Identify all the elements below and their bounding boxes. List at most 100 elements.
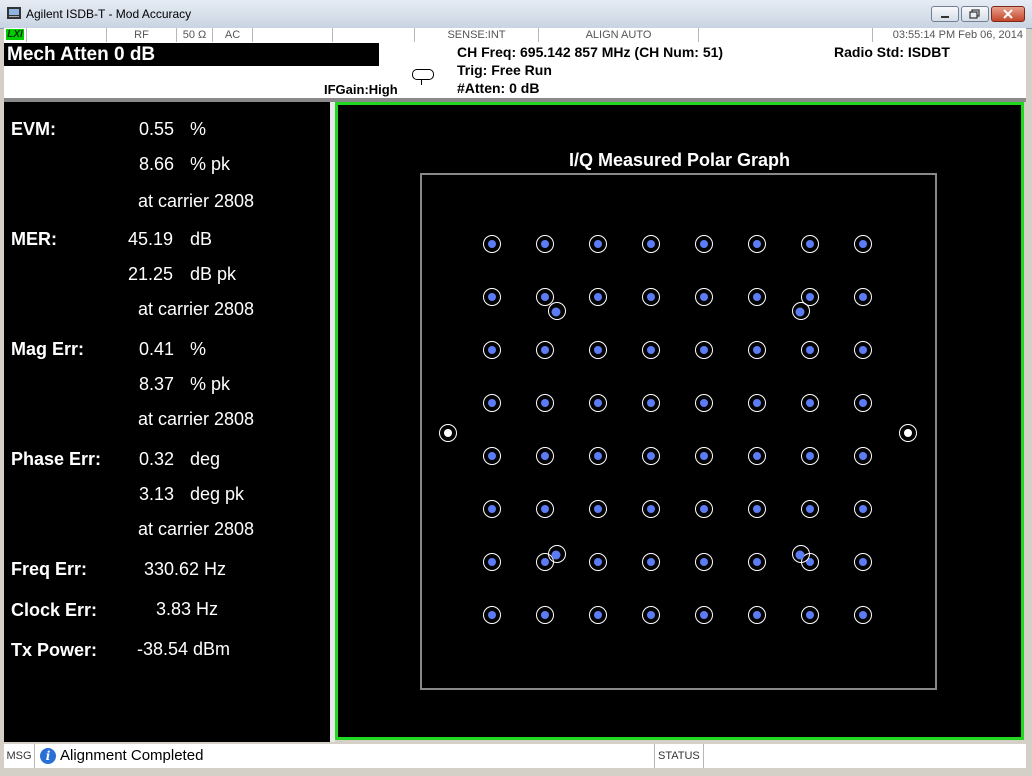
phase-err-pk-value: 3.13 [139,484,175,504]
freq-err-label: Freq Err: [11,559,88,579]
constellation-point [753,399,761,407]
constellation-point [753,346,761,354]
constellation-point [859,240,867,248]
constellation-point [488,558,496,566]
evm-rms-unit: % [190,119,207,139]
constellation-point [488,240,496,248]
constellation-point [753,611,761,619]
app-icon [7,7,21,19]
ac-carrier-point [551,307,561,317]
constellation-point [753,293,761,301]
constellation-point [700,452,708,460]
constellation-point [700,293,708,301]
mer-rms-unit: dB [190,229,213,249]
ac-carrier-point [795,307,805,317]
constellation-point [859,399,867,407]
tx-power-value: -38.54 dBm [137,639,231,659]
clock-err-value: 3.83 Hz [156,599,219,619]
constellation-point [859,611,867,619]
title-bar: Agilent ISDB-T - Mod Accuracy [0,0,1032,29]
phase-err-rms-value: 0.32 [139,449,175,469]
constellation-point [541,611,549,619]
info-icon: i [40,748,56,764]
minimize-icon [941,16,949,18]
close-button[interactable] [991,6,1025,22]
constellation-point [647,240,655,248]
constellation-point [700,558,708,566]
constellation-point [700,611,708,619]
msg-label[interactable]: MSG [4,744,35,768]
constellation-point [700,240,708,248]
mag-err-label: Mag Err: [11,339,85,359]
constellation-point [700,399,708,407]
constellation [439,235,917,624]
constellation-point [541,452,549,460]
constellation-point [594,240,602,248]
iq-polar-graph-panel[interactable]: I/Q Measured Polar Graph [335,102,1024,740]
instrument-status-row: LXI RF 50 Ω AC SENSE:INT ALIGN AUTO 03:5… [4,28,1026,43]
constellation-point [541,293,549,301]
tx-power-label: Tx Power: [11,640,98,660]
coupling-indicator: AC [212,28,252,42]
clock-err-label: Clock Err: [11,600,98,620]
status-label[interactable]: STATUS [654,744,704,768]
constellation-point [859,505,867,513]
lxi-indicator: LXI [6,29,24,40]
constellation-point [647,611,655,619]
constellation-point [806,240,814,248]
constellation-point [541,399,549,407]
constellation-point [647,505,655,513]
phase-err-pk-unit: deg pk [190,484,245,504]
constellation-point [859,452,867,460]
constellation-point [753,558,761,566]
minimize-button[interactable] [931,6,959,22]
constellation-point [488,399,496,407]
align-indicator: ALIGN AUTO [538,28,698,42]
phase-err-rms-unit: deg [190,449,221,469]
constellation-point [594,452,602,460]
close-icon [1003,9,1013,19]
constellation-point [700,346,708,354]
mag-err-rms-value: 0.41 [139,339,175,359]
evm-pk-value: 8.66 [139,154,175,174]
metrics-panel: EVM: 0.55 % 8.66 % pk at carrier 2808 ME… [4,102,330,742]
message-bar: MSG i Alignment Completed STATUS [4,744,1026,768]
mag-err-carrier: at carrier 2808 [138,409,255,429]
constellation-point [594,346,602,354]
ifgain: IFGain:High [324,82,398,97]
ac-carrier-point [795,550,805,560]
constellation-point [594,611,602,619]
mag-err-pk-value: 8.37 [139,374,175,394]
constellation-point [488,611,496,619]
constellation-point [594,399,602,407]
freq-err-value: 330.62 Hz [144,559,227,579]
constellation-point [647,293,655,301]
mag-err-pk-unit: % pk [190,374,231,394]
evm-pk-unit: % pk [190,154,231,174]
trigger-icon [412,69,434,85]
radio-std: Radio Std: ISDBT [834,44,950,60]
ac-carrier-point [551,550,561,560]
evm-label: EVM: [11,119,56,139]
mech-atten-softkey[interactable]: Mech Atten 0 dB [4,43,379,66]
message-text: Alignment Completed [60,747,204,764]
mer-pk-value: 21.25 [128,264,174,284]
constellation-point [859,346,867,354]
constellation-point [541,505,549,513]
constellation-point [541,558,549,566]
constellation-point [647,346,655,354]
mer-pk-unit: dB pk [190,264,237,284]
constellation-point [806,399,814,407]
constellation-point [647,452,655,460]
sense-indicator: SENSE:INT [414,28,538,42]
mer-label: MER: [11,229,57,249]
constellation-point [488,505,496,513]
constellation-point [594,558,602,566]
constellation-point [859,293,867,301]
rf-indicator: RF [106,28,176,42]
restore-button[interactable] [961,6,989,22]
impedance-indicator: 50 Ω [176,28,212,42]
input-atten: #Atten: 0 dB [457,80,540,96]
trigger: Trig: Free Run [457,62,552,78]
constellation-point [806,505,814,513]
